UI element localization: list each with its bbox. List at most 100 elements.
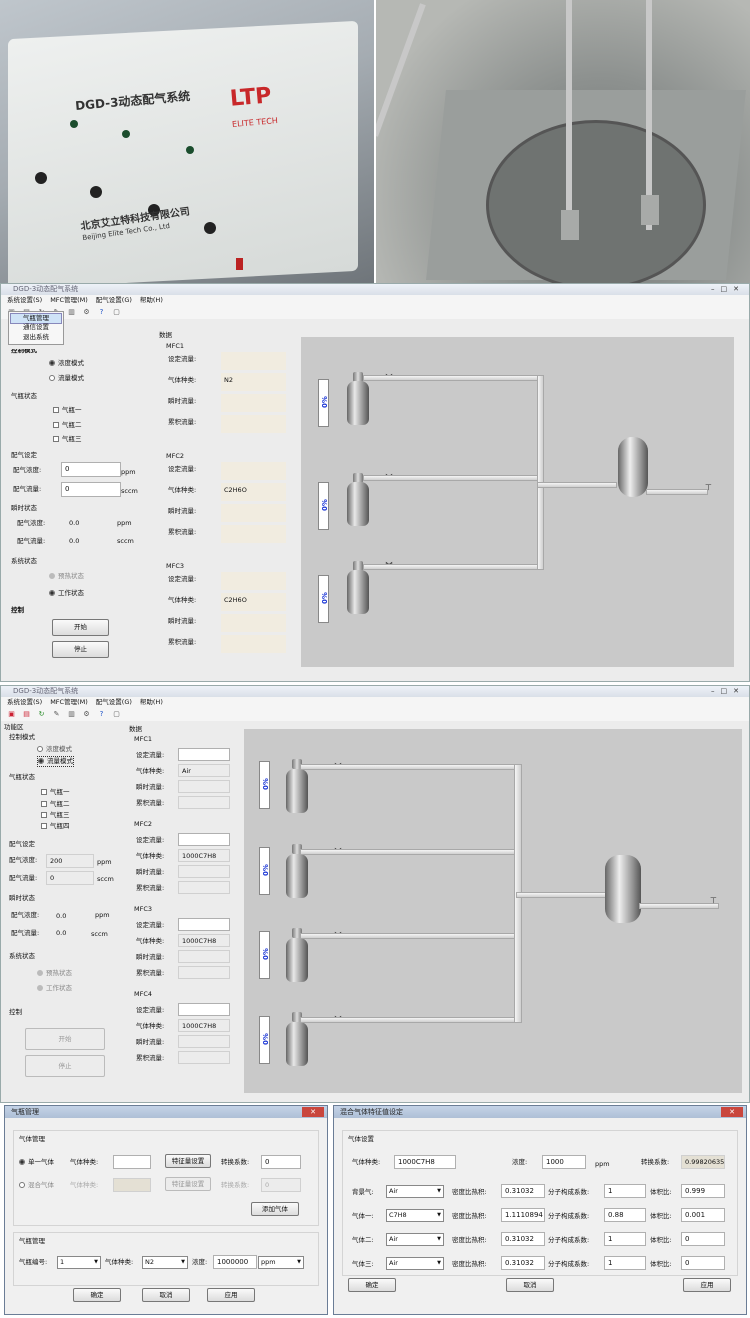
check-cylinder-1[interactable]: 气瓶一 — [41, 788, 70, 797]
check-cylinder-3[interactable]: 气瓶三 — [41, 811, 70, 820]
tools-icon[interactable]: ⚙ — [82, 308, 91, 317]
check-cylinder-2[interactable]: 气瓶二 — [53, 421, 82, 430]
radio-preheat[interactable]: 预热状态 — [37, 969, 72, 978]
check-cylinder-4[interactable]: 气瓶四 — [41, 822, 70, 831]
close-icon[interactable]: ✕ — [302, 1107, 324, 1117]
row-1-mol-input[interactable]: 0.88 — [604, 1208, 646, 1222]
single-gas-type-input[interactable] — [113, 1155, 151, 1169]
cyl-no-select[interactable]: 1 — [57, 1256, 101, 1269]
mfc4-gas-label: 气体种类: — [136, 1022, 165, 1030]
refresh-icon[interactable]: ↻ — [37, 710, 46, 719]
wrench-icon[interactable]: ✎ — [52, 710, 61, 719]
add-gas-button[interactable]: 添加气体 — [251, 1202, 299, 1216]
menu-help[interactable]: 帮助(H) — [140, 296, 163, 304]
mfc2-gas-field: C2H6O — [221, 483, 286, 501]
stop-button[interactable]: 停止 — [52, 641, 109, 658]
row-1-density-input[interactable]: 1.1110894 — [501, 1208, 545, 1222]
radio-single-gas[interactable]: 单一气体 — [19, 1158, 54, 1167]
mfc2-set-field[interactable] — [178, 833, 230, 846]
mfc1-acc-field — [178, 796, 230, 809]
cylinder-3-icon — [347, 570, 369, 614]
radio-conc-mode[interactable]: 浓度模式 — [49, 359, 84, 368]
row-3-density-input[interactable]: 0.31032 — [501, 1256, 545, 1270]
conv-input[interactable]: 0 — [261, 1155, 301, 1169]
mfc4-set-field[interactable] — [178, 1003, 230, 1016]
radio-flow-mode[interactable]: 流量模式 — [37, 756, 74, 767]
menu-system[interactable]: 系统设置(S) — [7, 296, 42, 304]
trash-icon[interactable]: ▥ — [67, 710, 76, 719]
row-0-density-input[interactable]: 0.31032 — [501, 1184, 545, 1198]
mfc1-set-field[interactable] — [221, 352, 286, 370]
radio-flow-mode[interactable]: 流量模式 — [49, 374, 84, 383]
mixed-gas-type-input[interactable] — [113, 1178, 151, 1192]
row-2-mol-input[interactable]: 1 — [604, 1232, 646, 1246]
check-cylinder-2[interactable]: 气瓶二 — [41, 800, 70, 809]
help-icon[interactable]: ? — [97, 308, 106, 317]
save-icon[interactable]: ▤ — [22, 710, 31, 719]
row-1-ratio-input[interactable]: 0.001 — [681, 1208, 725, 1222]
menu-gas-config[interactable]: 配气设置(G) — [96, 296, 132, 304]
set-conc-input[interactable]: 0 — [61, 462, 121, 477]
set-conc-input[interactable]: 200 — [46, 854, 94, 868]
cyl-gas-select[interactable]: N2 — [142, 1256, 188, 1269]
radio-preheat[interactable]: 预热状态 — [49, 572, 84, 581]
row-2-gas-select[interactable]: Air — [386, 1233, 444, 1246]
check-cylinder-3[interactable]: 气瓶三 — [53, 435, 82, 444]
mfc2-set-field[interactable] — [221, 462, 286, 480]
row-3-ratio-input[interactable]: 0 — [681, 1256, 725, 1270]
row-2-density-input[interactable]: 0.31032 — [501, 1232, 545, 1246]
unit-select[interactable]: ppm — [258, 1256, 304, 1269]
apply-button[interactable]: 应用 — [683, 1278, 731, 1292]
feature-settings-button[interactable]: 特征量设置 — [165, 1154, 211, 1168]
set-flow-input[interactable]: 0 — [46, 871, 94, 885]
conc-input[interactable]: 1000 — [542, 1155, 586, 1169]
mixed-feature-settings-button[interactable]: 特征量设置 — [165, 1177, 211, 1191]
row-0-mol-input[interactable]: 1 — [604, 1184, 646, 1198]
dropdown-exit[interactable]: 退出系统 — [23, 333, 49, 342]
row-0-ratio-input[interactable]: 0.999 — [681, 1184, 725, 1198]
row-3-mol-input[interactable]: 1 — [604, 1256, 646, 1270]
radio-conc-mode[interactable]: 浓度模式 — [37, 745, 72, 754]
check-cylinder-1[interactable]: 气瓶一 — [53, 406, 82, 415]
radio-working[interactable]: 工作状态 — [37, 984, 72, 993]
monitor-icon[interactable]: ▢ — [112, 308, 121, 317]
menu-gas-config[interactable]: 配气设置(G) — [96, 698, 132, 706]
cancel-button[interactable]: 取消 — [506, 1278, 554, 1292]
mfc3-set-field[interactable] — [221, 572, 286, 590]
open-icon[interactable]: ▣ — [7, 710, 16, 719]
conc-input[interactable]: 1000000 — [213, 1255, 257, 1269]
dropdown-comm-settings[interactable]: 通信设置 — [23, 323, 49, 332]
start-button[interactable]: 开始 — [25, 1028, 105, 1050]
gas-type-input[interactable]: 1000C7H8 — [394, 1155, 456, 1169]
mfc1-set-field[interactable] — [178, 748, 230, 761]
ok-button[interactable]: 确定 — [348, 1278, 396, 1292]
tools-icon[interactable]: ⚙ — [82, 710, 91, 719]
row-0-ratio-label: 体积比: — [650, 1188, 672, 1196]
window-controls[interactable]: –□✕ — [711, 284, 745, 295]
mixed-conv-input[interactable]: 0 — [261, 1178, 301, 1192]
menu-mfc[interactable]: MFC管理(M) — [50, 698, 88, 706]
start-button[interactable]: 开始 — [52, 619, 109, 636]
row-2-ratio-input[interactable]: 0 — [681, 1232, 725, 1246]
window-controls[interactable]: –□✕ — [711, 686, 745, 697]
menu-system[interactable]: 系统设置(S) — [7, 698, 42, 706]
ok-button[interactable]: 确定 — [73, 1288, 121, 1302]
close-icon[interactable]: ✕ — [721, 1107, 743, 1117]
radio-working[interactable]: 工作状态 — [49, 589, 84, 598]
menu-help[interactable]: 帮助(H) — [140, 698, 163, 706]
row-0-gas-select[interactable]: Air — [386, 1185, 444, 1198]
help-icon[interactable]: ? — [97, 710, 106, 719]
conv-input[interactable]: 0.99820635 — [681, 1155, 725, 1169]
apply-button[interactable]: 应用 — [207, 1288, 255, 1302]
mfc2-gas-field: 1000C7H8 — [178, 849, 230, 862]
menu-mfc[interactable]: MFC管理(M) — [50, 296, 88, 304]
row-1-gas-select[interactable]: C7H8 — [386, 1209, 444, 1222]
cancel-button[interactable]: 取消 — [142, 1288, 190, 1302]
stop-button[interactable]: 停止 — [25, 1055, 105, 1077]
trash-icon[interactable]: ▥ — [67, 308, 76, 317]
row-3-gas-select[interactable]: Air — [386, 1257, 444, 1270]
monitor-icon[interactable]: ▢ — [112, 710, 121, 719]
radio-mixed-gas[interactable]: 混合气体 — [19, 1181, 54, 1190]
mfc3-set-field[interactable] — [178, 918, 230, 931]
set-flow-input[interactable]: 0 — [61, 482, 121, 497]
